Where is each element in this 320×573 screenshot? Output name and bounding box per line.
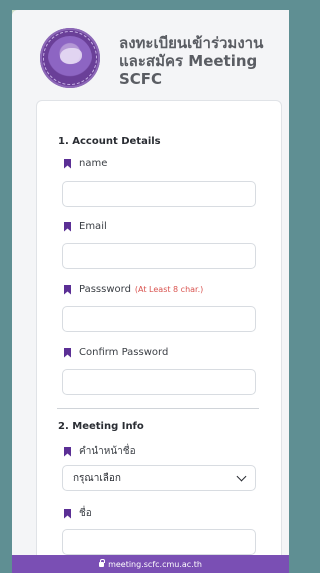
password-hint: (At Least 8 char.) bbox=[134, 285, 204, 294]
label-text: Confirm Password bbox=[79, 347, 169, 358]
lock-icon bbox=[99, 558, 105, 567]
password-input[interactable] bbox=[62, 306, 256, 332]
label-text: คำนำหน้าชื่อ bbox=[79, 446, 136, 457]
field-label-confirm-password: Confirm Password bbox=[64, 347, 168, 358]
field-label-password: Passsword (At Least 8 char.) bbox=[64, 284, 203, 295]
page: ลงทะเบียนเข้าร่วมงาน และสมัคร Meeting SC… bbox=[12, 10, 289, 557]
url-text: meeting.scfc.cmu.ac.th bbox=[108, 559, 202, 569]
section-divider bbox=[57, 408, 259, 409]
label-text: ชื่อ bbox=[79, 508, 92, 519]
firstname-input[interactable] bbox=[62, 529, 256, 555]
field-label-firstname: ชื่อ bbox=[64, 506, 92, 521]
name-input[interactable] bbox=[62, 181, 256, 207]
registration-form-card: 1. Account Details name Email Passsword … bbox=[36, 100, 282, 557]
bookmark-icon bbox=[64, 446, 71, 457]
logo-lion-icon bbox=[60, 48, 82, 64]
prefix-select[interactable]: กรุณาเลือก bbox=[62, 465, 256, 491]
bookmark-icon bbox=[64, 158, 71, 169]
label-text: Passsword bbox=[79, 284, 131, 295]
bookmark-icon bbox=[64, 347, 71, 358]
section-title-account: 1. Account Details bbox=[58, 136, 161, 147]
email-input[interactable] bbox=[62, 243, 256, 269]
bookmark-icon bbox=[64, 508, 71, 519]
logo bbox=[40, 28, 100, 88]
bookmark-icon bbox=[64, 221, 71, 232]
label-text: Email bbox=[79, 221, 107, 232]
browser-url-bar[interactable]: meeting.scfc.cmu.ac.th bbox=[12, 555, 289, 573]
field-label-name: name bbox=[64, 158, 107, 169]
field-label-prefix: คำนำหน้าชื่อ bbox=[64, 444, 136, 459]
bookmark-icon bbox=[64, 284, 71, 295]
field-label-email: Email bbox=[64, 221, 107, 232]
page-header: ลงทะเบียนเข้าร่วมงาน และสมัคร Meeting SC… bbox=[12, 10, 289, 100]
page-title: ลงทะเบียนเข้าร่วมงาน และสมัคร Meeting SC… bbox=[119, 34, 264, 88]
label-text: name bbox=[79, 158, 108, 169]
confirm-password-input[interactable] bbox=[62, 369, 256, 395]
chevron-down-icon bbox=[236, 471, 247, 482]
section-title-meeting: 2. Meeting Info bbox=[58, 421, 144, 432]
prefix-selected-value: กรุณาเลือก bbox=[73, 472, 121, 484]
